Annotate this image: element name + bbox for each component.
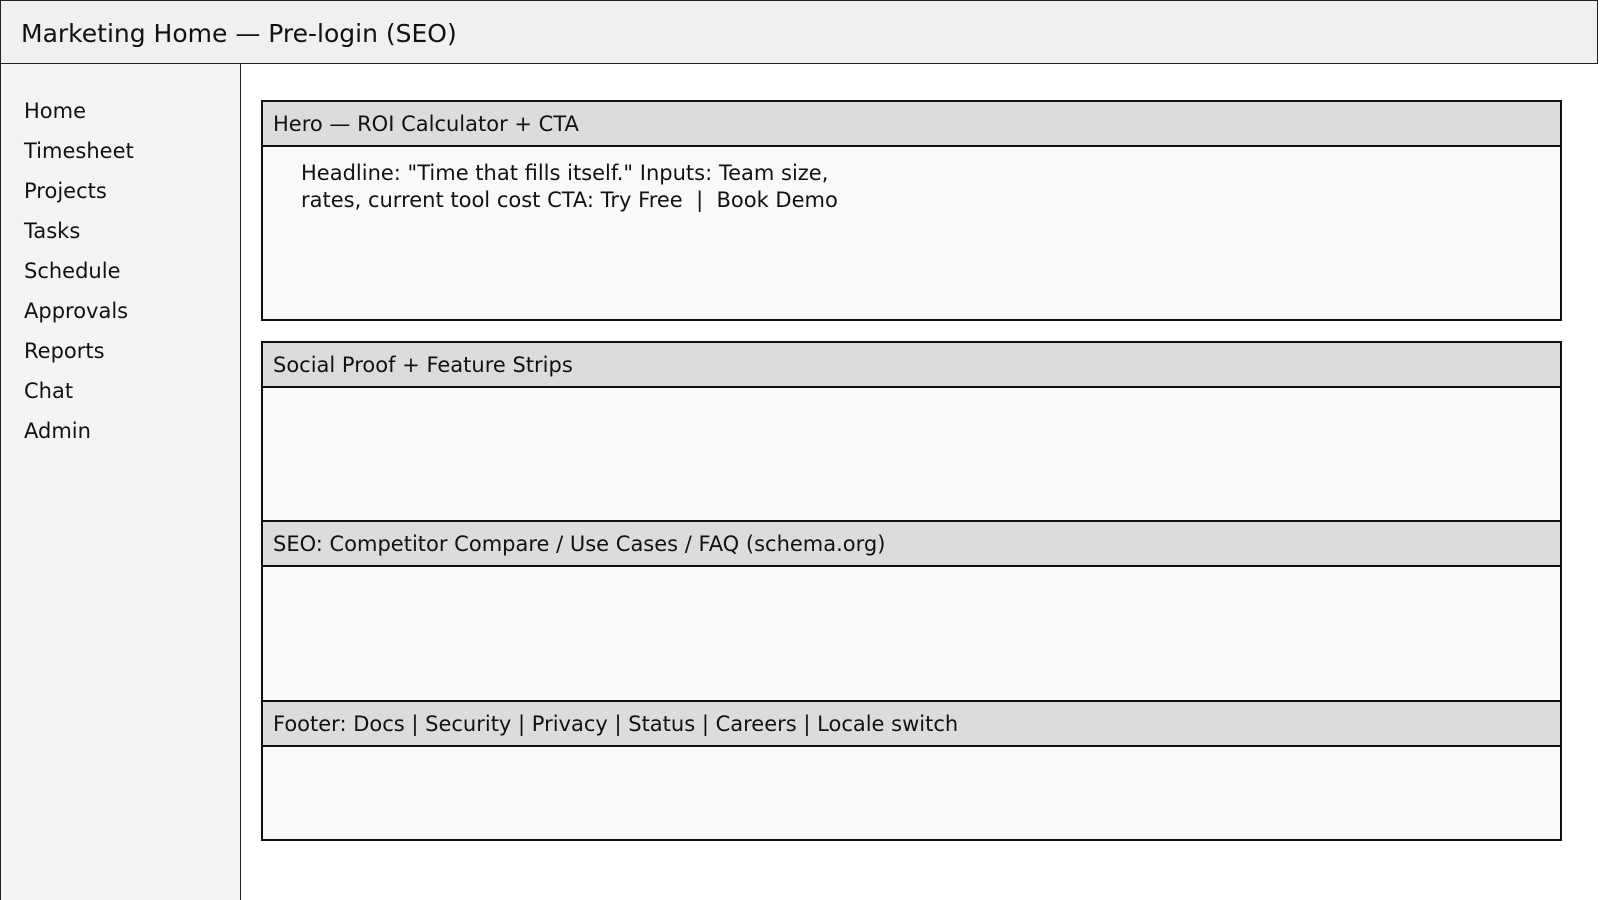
hero-cta-text: rates, current tool cost CTA: Try Free |… bbox=[301, 188, 838, 212]
social-proof-panel: Social Proof + Feature Strips bbox=[261, 341, 1562, 522]
hero-headline-text: Headline: "Time that fills itself." Inpu… bbox=[301, 161, 829, 185]
social-proof-panel-header: Social Proof + Feature Strips bbox=[263, 343, 1560, 388]
social-proof-panel-title: Social Proof + Feature Strips bbox=[273, 353, 573, 377]
sidebar-item-reports[interactable]: Reports bbox=[24, 338, 105, 364]
sidebar: Home Timesheet Projects Tasks Schedule A… bbox=[0, 64, 241, 900]
sidebar-item-home[interactable]: Home bbox=[24, 98, 86, 124]
hero-panel: Hero — ROI Calculator + CTA Headline: "T… bbox=[261, 100, 1562, 321]
top-header: Marketing Home — Pre-login (SEO) bbox=[0, 0, 1598, 64]
seo-panel: SEO: Competitor Compare / Use Cases / FA… bbox=[261, 520, 1562, 702]
seo-panel-title: SEO: Competitor Compare / Use Cases / FA… bbox=[273, 532, 886, 556]
hero-panel-title: Hero — ROI Calculator + CTA bbox=[273, 112, 579, 136]
sidebar-item-projects[interactable]: Projects bbox=[24, 178, 107, 204]
footer-panel-title: Footer: Docs | Security | Privacy | Stat… bbox=[273, 712, 959, 736]
sidebar-item-approvals[interactable]: Approvals bbox=[24, 298, 128, 324]
hero-panel-header: Hero — ROI Calculator + CTA bbox=[263, 102, 1560, 147]
sidebar-item-chat[interactable]: Chat bbox=[24, 378, 73, 404]
sidebar-item-schedule[interactable]: Schedule bbox=[24, 258, 121, 284]
sidebar-item-admin[interactable]: Admin bbox=[24, 418, 91, 444]
page-title: Marketing Home — Pre-login (SEO) bbox=[21, 19, 457, 48]
footer-panel: Footer: Docs | Security | Privacy | Stat… bbox=[261, 700, 1562, 841]
footer-panel-header: Footer: Docs | Security | Privacy | Stat… bbox=[263, 702, 1560, 747]
sidebar-item-timesheet[interactable]: Timesheet bbox=[24, 138, 134, 164]
sidebar-item-tasks[interactable]: Tasks bbox=[24, 218, 80, 244]
seo-panel-header: SEO: Competitor Compare / Use Cases / FA… bbox=[263, 522, 1560, 567]
